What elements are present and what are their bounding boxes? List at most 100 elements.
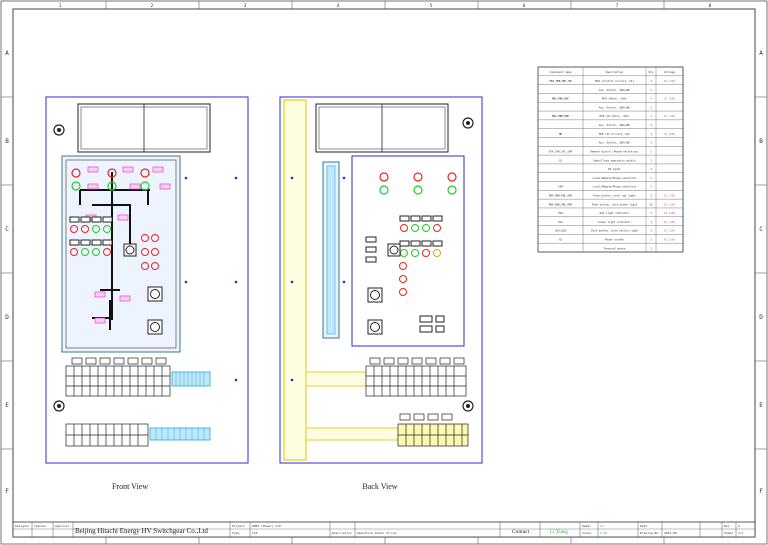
- table-cell: MCB (Motor, 10A): [602, 97, 627, 101]
- table-cell: Green light indicator: [598, 220, 631, 224]
- table-cell: MB: [559, 132, 563, 136]
- col-number: 7: [616, 3, 619, 9]
- title-block: Designer Checker Approver Project Type Z…: [12, 521, 756, 538]
- back-indicators: [365, 215, 445, 335]
- col-number: 1: [59, 3, 62, 9]
- project-value: ZN63 (Power) LCP: [252, 524, 281, 528]
- table-cell: Open/Close operation switch: [593, 158, 636, 162]
- designer-label: Designer: [15, 524, 30, 528]
- component-table: Component name Description Qty Voltage MBA,M…: [537, 66, 684, 253]
- back-view-caption: Back View: [362, 482, 397, 491]
- row-letter: B: [5, 138, 9, 145]
- table-cell: Aux. Switch, 1NO+1NC: [599, 88, 631, 92]
- table-cell: PBA,PBB,PBC,PBO: [549, 194, 573, 198]
- table-cell: MCB (Control Circuit, 6A): [595, 79, 634, 83]
- row-letter: F: [759, 488, 763, 495]
- table-cell: DC 110V: [664, 220, 675, 224]
- table-cell: HLG: [558, 220, 563, 224]
- table-cell: SFA,SFB,SFC,SFM: [549, 149, 573, 153]
- table-cell: Aux. Switch, 1NO+1NC: [599, 105, 631, 109]
- rev-value: A: [738, 524, 740, 528]
- row-letter: E: [5, 402, 9, 409]
- date-label: Date: [640, 524, 647, 528]
- row-letter: D: [5, 314, 9, 321]
- row-letter: C: [5, 226, 9, 233]
- back-terminal-row-2: [397, 413, 469, 447]
- table-cell: DC 110V: [664, 114, 675, 118]
- type-value: LCP: [252, 531, 258, 535]
- drawing-no-label: Drawing No.: [640, 531, 660, 535]
- table-cell: DC 110V: [664, 211, 675, 215]
- col-number: 5: [430, 3, 433, 9]
- table-cell: MBA,MBB,MBP: [552, 114, 570, 118]
- table-cell: HLA,HLB: [555, 229, 566, 233]
- row-letter: D: [759, 314, 763, 321]
- back-yellow-rail: [283, 99, 307, 461]
- table-cell: SS: [559, 158, 563, 162]
- scale-value: 1:10: [600, 531, 607, 535]
- table-header-cell: Description: [606, 70, 624, 74]
- col-number: 8: [709, 3, 712, 9]
- contact-value: Li Xiang: [550, 530, 568, 535]
- table-cell: Aux. Switch, 1NO+1NC: [599, 123, 631, 127]
- rev-label: Rev: [724, 524, 730, 528]
- type-label: Type: [232, 531, 239, 535]
- table-cell: MCB (AC Circuit, 6A): [599, 132, 631, 136]
- table-cell: Push button, with yellow light: [591, 229, 638, 233]
- table-cell: DC 110V: [664, 194, 675, 198]
- table-cell: 12: [649, 202, 653, 206]
- sheet-label: Sheet: [724, 531, 733, 535]
- paper-value: A3: [600, 524, 604, 528]
- company-name: Beijing Hitachi Energy HV Switchgear Co.…: [75, 527, 208, 535]
- back-view: [279, 96, 483, 464]
- approver-label: Approver: [55, 524, 70, 528]
- col-number: 3: [244, 3, 247, 9]
- table-cell: MCB (DC motor, 16A): [600, 114, 630, 118]
- description-label: Description: [332, 531, 352, 535]
- table-header-cell: Qty: [649, 70, 654, 74]
- table-cell: Power socket: [605, 238, 624, 242]
- col-number: 4: [337, 3, 340, 9]
- table-cell: SSM: [558, 185, 563, 189]
- description-value: Operation Panel of LCC: [357, 531, 397, 535]
- table-cell: MBA,MBB,MBC,MB: [550, 79, 572, 83]
- paper-label: Paper: [582, 524, 591, 528]
- table-cell: Aux. Switch, 1NO+1NC: [599, 141, 631, 145]
- date-value: 2023.09: [664, 531, 677, 535]
- table-cell: Red light indicator: [600, 211, 630, 215]
- table-header-cell: Component name: [550, 70, 572, 74]
- table-cell: PD panel: [608, 167, 621, 171]
- front-view-caption: Front View: [112, 482, 148, 491]
- table-header-cell: Voltage: [664, 70, 675, 74]
- table-cell: Remote switch (Phase selection): [590, 149, 639, 153]
- front-terminal-row-1: [65, 357, 171, 397]
- table-cell: Push button, with green light: [592, 202, 638, 206]
- col-number: 6: [523, 3, 526, 9]
- table-cell: Local/Remote/Phase selection: [593, 185, 637, 189]
- row-letter: E: [759, 402, 763, 409]
- front-view: [45, 96, 249, 464]
- table-cell: Local/Remote/Phase selection: [593, 176, 637, 180]
- table-cell: Push button, with red light: [593, 194, 636, 198]
- front-terminal-row-2: [65, 423, 149, 447]
- row-letter: B: [759, 138, 763, 145]
- table-cell: XS: [559, 238, 563, 242]
- row-letter: F: [5, 488, 9, 495]
- row-letter: A: [5, 50, 9, 57]
- drawing-sheet: 1 2 3 4 5 6 7 8 A B C D E F A B C D E F: [0, 0, 768, 545]
- sheet-value: 1/1: [738, 531, 744, 535]
- table-cell: AC 230V: [664, 97, 675, 101]
- row-letter: C: [759, 226, 763, 233]
- contact-label: Contact: [512, 529, 530, 535]
- back-terminal-row-1: [365, 357, 467, 397]
- scale-label: Scale: [582, 531, 591, 535]
- table-cell: PBA,PBB,PBC,PBO: [549, 202, 573, 206]
- col-number: 2: [151, 3, 154, 9]
- table-cell: AC 230V: [664, 238, 675, 242]
- back-pushbuttons: [379, 172, 457, 195]
- table-cell: DC 110V: [664, 79, 675, 83]
- table-cell: MBA,MBB,MBC: [552, 97, 570, 101]
- checker-label: Checker: [34, 524, 47, 528]
- project-label: Project: [232, 524, 245, 528]
- table-cell: Terminal marks: [604, 246, 626, 250]
